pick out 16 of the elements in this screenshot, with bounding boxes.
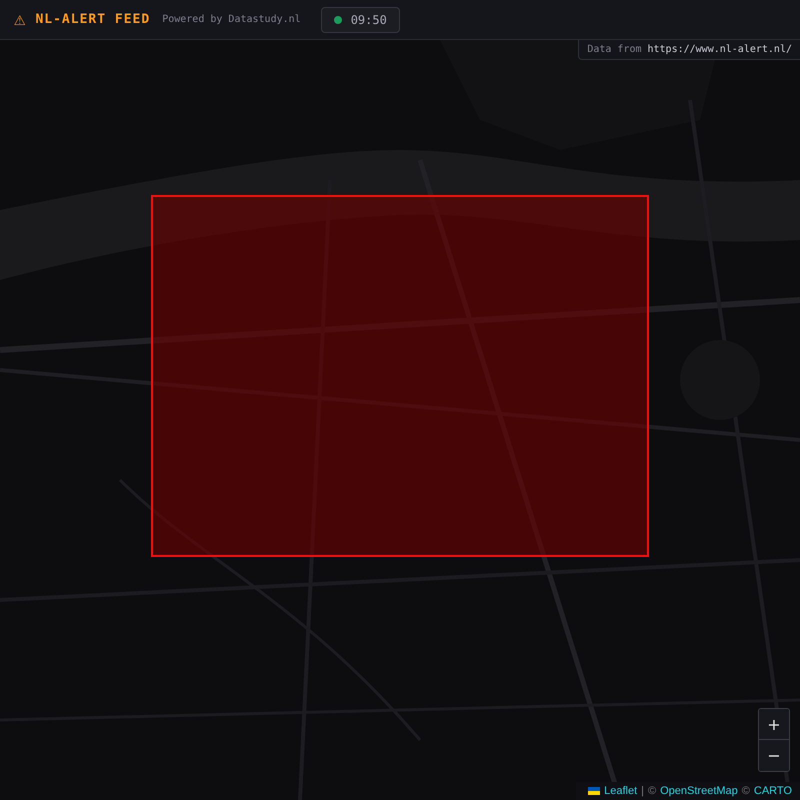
carto-link[interactable]: CARTO [754,785,792,797]
subtitle: Powered by Datastudy.nl [162,14,301,25]
warning-icon: ⚠ [14,10,26,29]
source-link[interactable]: https://www.nl-alert.nl/ [648,44,792,55]
separator: | [641,785,644,797]
flag-icon [588,787,600,795]
zoom-out-button[interactable]: − [759,740,789,771]
app-title: NL-ALERT FEED [35,12,150,27]
alert-area[interactable] [151,195,649,557]
copyright-sign: © [648,785,656,797]
clock-time: 09:50 [350,12,387,26]
leaflet-link[interactable]: Leaflet [604,785,638,797]
source-label: Data from [587,44,642,55]
osm-link[interactable]: OpenStreetMap [660,785,738,797]
zoom-in-button[interactable]: + [759,709,789,740]
copyright-sign: © [742,785,750,797]
